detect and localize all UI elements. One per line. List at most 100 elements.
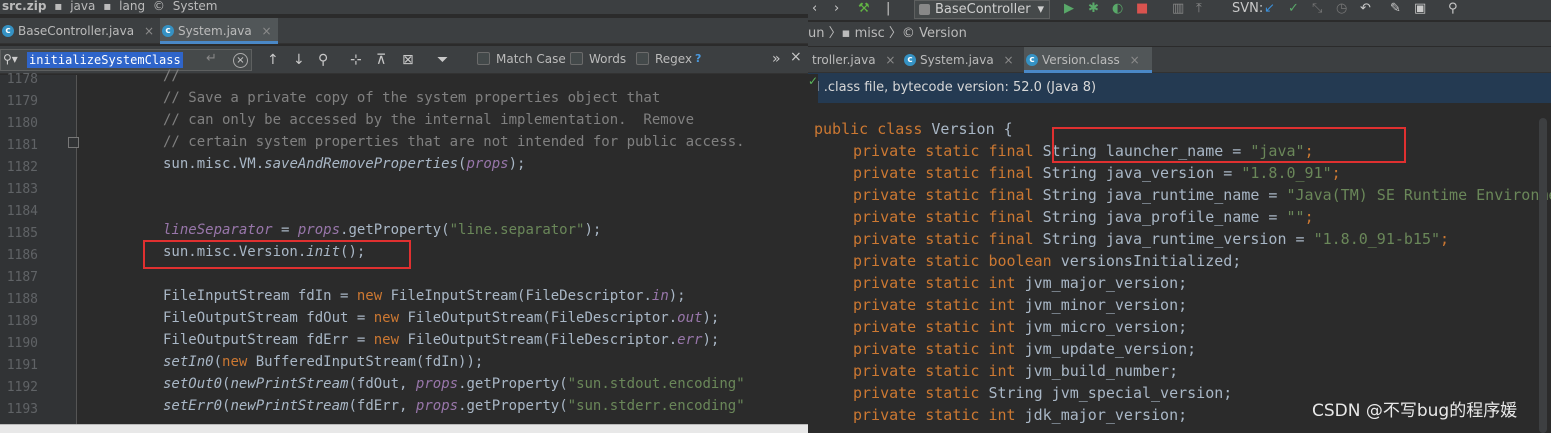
breadcrumb-item[interactable]: java [70,0,95,13]
words-checkbox[interactable] [570,52,583,65]
project-structure-icon[interactable]: ▣ [1414,1,1426,17]
taskbar-strip [0,424,808,433]
debug-icon[interactable]: ✱ [1088,1,1099,17]
match-case-label[interactable]: Match Case [496,52,566,66]
back-icon[interactable]: ‹ [812,1,817,17]
close-icon[interactable]: × [144,24,154,38]
regex-help-link[interactable]: ? [695,52,701,65]
analysis-ok-icon: ✓ [808,74,818,104]
code-line: FileInputStream fdIn = new FileInputStre… [163,285,686,307]
search-input[interactable]: ⚲▾ initializeSystemClass ↵ × [0,49,252,71]
settings-icon[interactable]: ✎ [1390,1,1401,17]
field-declaration: private static int jvm_update_version; [853,338,1196,360]
stop-icon[interactable]: ■ [1136,1,1148,17]
code-token: private static int [853,340,1016,358]
code-line: // can only be accessed by the internal … [163,109,694,131]
clear-icon[interactable]: × [233,53,248,68]
class-icon: c [904,54,916,66]
select-all-occurrences-icon[interactable]: ⊠ [402,51,414,69]
tab-basecontroller[interactable]: c BaseController.java × [0,18,156,44]
frame-icon[interactable]: ▥ [1172,1,1184,17]
regex-label[interactable]: Regex [655,52,692,66]
run-icon[interactable]: ▶ [1064,1,1074,17]
match-case-checkbox[interactable] [477,52,490,65]
find-all-icon[interactable]: ⚲ [318,51,328,69]
code-token: new [373,310,400,326]
upload-icon[interactable]: ⤒ [1196,1,1202,17]
fold-marker-icon[interactable] [68,137,79,148]
code-token: ); [702,310,720,326]
code-token: jvm_major_version; [1015,274,1188,292]
code-token: java_runtime_name = [1096,186,1287,204]
search-everywhere-icon[interactable]: ⚲ [1448,1,1458,17]
line-number: 1185 [6,226,38,241]
tab-label: System.java [178,24,252,38]
code-token: sun.misc.VM. [163,156,265,172]
svn-compare-icon[interactable]: ⤡ [1312,1,1322,17]
field-declaration: private static final String java_version… [853,162,1341,184]
code-token: setErr0 [163,398,223,414]
previous-occurrence-icon[interactable]: ↑ [267,51,279,69]
code-token: ); [702,332,720,348]
breadcrumb-item[interactable]: src.zip [2,0,46,13]
breadcrumb-item[interactable]: Version [919,26,967,41]
code-token: setOut0 [163,376,223,392]
code-line: lineSeparator = props.getProperty("line.… [163,219,601,241]
revert-icon[interactable]: ↶ [1360,1,1371,17]
line-number: 1178 [6,72,38,87]
right-breadcrumb: un 〉▪ misc 〉© Version [808,22,1551,46]
tab-basecontroller-partial[interactable]: troller.java × [808,47,900,73]
code-token: props [297,222,341,238]
left-editor-pane: src.zip ▪ java ▪ lang © System c BaseCon… [0,0,808,433]
remove-selection-icon[interactable]: ⊼ [376,51,386,69]
more-icon[interactable]: » [772,50,781,68]
code-token: private static boolean [853,252,1052,270]
breadcrumb-item[interactable]: un [808,26,824,41]
close-find-icon[interactable]: × [790,48,802,66]
gutter-divider [76,75,77,433]
field-declaration: private static final String java_runtime… [853,184,1551,206]
search-query[interactable]: initializeSystemClass [27,52,183,68]
code-token: String [1042,186,1097,204]
line-number: 1181 [6,138,38,153]
close-icon[interactable]: × [1130,53,1140,67]
forward-icon[interactable]: › [834,1,839,17]
code-token: new [373,332,400,348]
tab-system[interactable]: c System.java × [902,47,1020,73]
tab-system[interactable]: c System.java × [160,18,278,44]
breadcrumb-item[interactable]: misc [855,26,885,41]
left-tab-bar: c BaseController.java × c System.java × [0,18,808,44]
field-declaration: private static int jvm_minor_version; [853,294,1187,316]
add-selection-icon[interactable]: ⊹ [350,51,362,69]
code-token: ); [584,222,602,238]
svn-update-icon[interactable]: ↙ [1264,1,1275,17]
words-label[interactable]: Words [589,52,626,66]
vertical-scrollbar[interactable] [1539,118,1547,433]
close-icon[interactable]: × [262,24,272,38]
svn-commit-icon[interactable]: ✓ [1288,1,1299,17]
field-declaration: private static int jvm_major_version; [853,272,1187,294]
history-icon[interactable]: ◷ [1336,1,1347,17]
code-token: public class [814,120,923,138]
code-token: (fdOut, [348,376,416,392]
code-token: String [1042,230,1097,248]
search-icon[interactable]: ⚲▾ [3,52,18,66]
code-line: // certain system properties that are no… [163,131,745,153]
tab-version-class[interactable]: c Version.class × [1024,47,1152,73]
right-editor-pane: ‹ › ⚒ | BaseController ▾ ▶ ✱ ◐ ■ ▥ ⤒ SVN… [808,0,1551,433]
filter-icon[interactable]: ⏷ [437,51,448,69]
breadcrumb-item[interactable]: lang [119,0,145,13]
coverage-icon[interactable]: ◐ [1112,1,1123,17]
close-icon[interactable]: × [1004,53,1014,67]
regex-checkbox[interactable] [636,52,649,65]
line-number: 1179 [6,94,38,109]
code-token: versionsInitialized; [1051,252,1242,270]
code-token: ); [668,288,686,304]
run-configuration-select[interactable]: BaseController ▾ [914,0,1050,19]
next-occurrence-icon[interactable]: ↓ [293,51,305,69]
build-icon[interactable]: ⚒ [858,1,870,17]
line-number: 1189 [6,314,38,329]
close-icon[interactable]: × [885,53,895,67]
code-token: jvm_micro_version; [1015,318,1188,336]
breadcrumb-item[interactable]: System [173,0,218,13]
